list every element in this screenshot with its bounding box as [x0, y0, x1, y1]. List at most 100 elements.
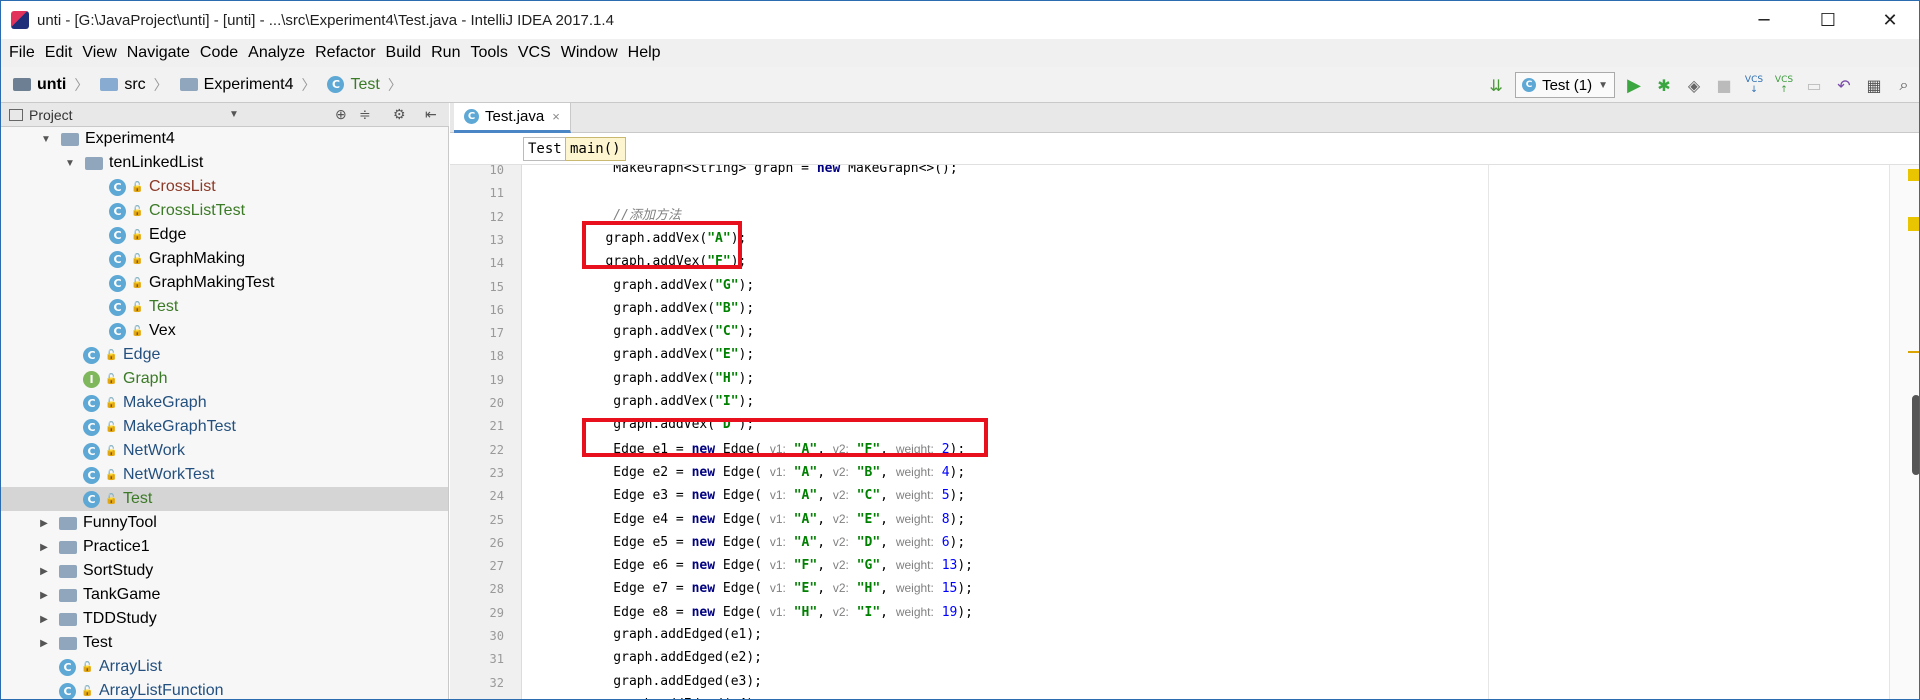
menu-run[interactable]: Run [431, 44, 460, 62]
fold-gutter [522, 165, 562, 699]
breadcrumb-class[interactable]: Test [523, 137, 567, 161]
tree-item[interactable]: C 🔓 GraphMaking [1, 247, 448, 271]
tree-item[interactable]: ▶ TankGame [1, 583, 448, 607]
tree-item[interactable]: ▼ Experiment4 [1, 127, 448, 151]
access-icon: 🔓 [105, 373, 118, 385]
stop-icon[interactable]: ■ [1710, 71, 1738, 99]
navigation-bar: unti 〉 src 〉 Experiment4 〉 C Test 〉 ⇊ C Test (… [1, 67, 1919, 103]
chevron-down-icon[interactable]: ▼ [229, 109, 239, 120]
warning-marker [1908, 217, 1919, 231]
menu-navigate[interactable]: Navigate [127, 44, 190, 62]
menu-build[interactable]: Build [386, 44, 422, 62]
expanded-arrow-icon[interactable]: ▼ [63, 158, 77, 169]
access-icon: 🔓 [105, 349, 118, 361]
intellij-app-icon [11, 11, 29, 29]
collapsed-arrow-icon[interactable]: ▶ [37, 542, 51, 553]
tree-item-label: Vex [149, 322, 176, 339]
project-structure-icon[interactable]: ▦ [1860, 71, 1888, 99]
vcs-commit-icon[interactable]: VCS ↑ [1770, 71, 1798, 99]
maximize-button[interactable]: ☐ [1805, 1, 1851, 39]
minimize-button[interactable]: ─ [1741, 1, 1787, 39]
close-button[interactable]: ✕ [1867, 1, 1913, 39]
collapsed-arrow-icon[interactable]: ▶ [37, 638, 51, 649]
collapsed-arrow-icon[interactable]: ▶ [37, 518, 51, 529]
collapse-all-icon[interactable]: ≑ [359, 106, 371, 123]
crumb-class[interactable]: C Test 〉 [327, 75, 402, 95]
tree-item[interactable]: C 🔓 NetWorkTest [1, 463, 448, 487]
tree-item[interactable]: C 🔓 Test [1, 295, 448, 319]
breadcrumb-method[interactable]: main() [565, 137, 626, 161]
tree-item-label: tenLinkedList [109, 154, 204, 171]
tree-item[interactable]: ▶ Practice1 [1, 535, 448, 559]
menu-analyze[interactable]: Analyze [248, 44, 305, 62]
tree-item[interactable]: I 🔓 Graph [1, 367, 448, 391]
debug-icon[interactable]: ✱ [1650, 71, 1678, 99]
collapsed-arrow-icon[interactable]: ▶ [37, 566, 51, 577]
usage-marker [1908, 351, 1919, 353]
menu-refactor[interactable]: Refactor [315, 44, 375, 62]
interface-icon: I [83, 370, 100, 388]
hide-panel-icon[interactable]: ⇤ [425, 106, 437, 123]
crumb-class-label: Test [350, 75, 380, 93]
coverage-icon[interactable]: ◈ [1680, 71, 1708, 99]
tree-item[interactable]: ▶ Test [1, 631, 448, 655]
tree-item[interactable]: ▼ tenLinkedList [1, 151, 448, 175]
class-icon: C [464, 109, 479, 124]
menu-view[interactable]: View [82, 44, 116, 62]
run-config-select[interactable]: C Test (1) ▼ [1515, 72, 1615, 98]
crumb-project[interactable]: unti 〉 [13, 75, 88, 95]
vcs-update-icon[interactable]: VCS ↓ [1740, 71, 1768, 99]
menu-file[interactable]: File [9, 44, 35, 62]
expanded-arrow-icon[interactable]: ▼ [39, 134, 53, 145]
code-line: graph.addEdged(e4); [582, 694, 762, 699]
revert-icon[interactable]: ↶ [1830, 71, 1858, 99]
tree-item[interactable]: C 🔓 CrossListTest [1, 199, 448, 223]
menu-window[interactable]: Window [561, 44, 618, 62]
collapsed-arrow-icon[interactable]: ▶ [37, 590, 51, 601]
crumb-package[interactable]: Experiment4 〉 [179, 75, 315, 95]
scroll-thumb[interactable] [1912, 395, 1919, 475]
line-number: 13 [489, 232, 504, 247]
tree-item[interactable]: C 🔓 Test [1, 487, 448, 511]
tree-item[interactable]: C 🔓 GraphMakingTest [1, 271, 448, 295]
tree-item[interactable]: ▶ SortStudy [1, 559, 448, 583]
crumb-src[interactable]: src 〉 [100, 75, 168, 95]
tree-item[interactable]: C 🔓 MakeGraphTest [1, 415, 448, 439]
tree-item[interactable]: C 🔓 ArrayList [1, 655, 448, 679]
tree-item[interactable]: C 🔓 ArrayListFunction [1, 679, 448, 699]
menu-edit[interactable]: Edit [45, 44, 73, 62]
build-icon[interactable]: ⇊ [1482, 71, 1510, 99]
tree-item[interactable]: C 🔓 Vex [1, 319, 448, 343]
class-icon: C [83, 418, 100, 436]
class-icon: C [109, 226, 126, 244]
code-line: Edge e5 = new Edge( v1: "A", v2: "D", we… [582, 534, 966, 550]
menu-help[interactable]: Help [628, 44, 661, 62]
menu-tools[interactable]: Tools [470, 44, 507, 62]
menu-code[interactable]: Code [200, 44, 238, 62]
tree-item[interactable]: C 🔓 MakeGraph [1, 391, 448, 415]
tree-item[interactable]: C 🔓 Edge [1, 343, 448, 367]
main-toolbar: ⇊ C Test (1) ▼ ▶ ✱ ◈ ■ VCS ↓ VCS ↑ ▭ ↶ ▦ ⌕ [1481, 67, 1919, 103]
tree-item-label: GraphMakingTest [149, 274, 275, 291]
collapsed-arrow-icon[interactable]: ▶ [37, 614, 51, 625]
tab-test-java[interactable]: C Test.java × [454, 103, 571, 133]
close-icon[interactable]: × [552, 109, 560, 124]
menu-vcs[interactable]: VCS [518, 44, 551, 62]
run-icon[interactable]: ▶ [1620, 71, 1648, 99]
crumb-package-label: Experiment4 [203, 75, 294, 93]
tree-item[interactable]: ▶ TDDStudy [1, 607, 448, 631]
search-icon[interactable]: ⌕ [1890, 71, 1918, 99]
line-number: 21 [489, 419, 504, 434]
access-icon: 🔓 [131, 229, 144, 241]
editor-scrollbar[interactable] [1889, 165, 1919, 699]
gear-icon[interactable]: ⚙ [393, 106, 406, 123]
access-icon: 🔓 [131, 253, 144, 265]
tree-item[interactable]: ▶ FunnyTool [1, 511, 448, 535]
code-line: MakeGraph<String> graph = new MakeGraph<… [582, 165, 958, 176]
history-icon[interactable]: ▭ [1800, 71, 1828, 99]
tree-item[interactable]: C 🔓 Edge [1, 223, 448, 247]
tree-item[interactable]: C 🔓 CrossList [1, 175, 448, 199]
tree-item[interactable]: C 🔓 NetWork [1, 439, 448, 463]
locate-file-icon[interactable]: ⊕ [335, 106, 347, 123]
line-number: 16 [489, 302, 504, 317]
